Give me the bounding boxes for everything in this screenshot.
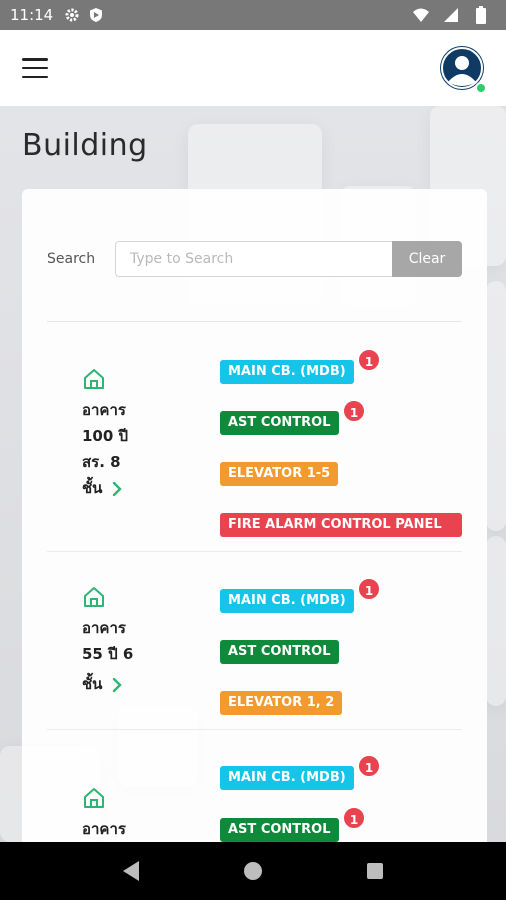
- building-name-line: ชั้น: [82, 475, 172, 501]
- notification-badge: 1: [357, 577, 381, 601]
- system-tag[interactable]: FIRE ALARM CONTROL PANEL: [220, 513, 462, 537]
- building-name-line: ชั้น: [82, 671, 172, 697]
- system-tag[interactable]: MAIN CB. (MDB): [220, 360, 354, 384]
- page-title: Building: [22, 128, 148, 163]
- system-tag[interactable]: AST CONTROL: [220, 640, 339, 664]
- online-status-dot: [475, 82, 487, 94]
- system-tag[interactable]: ELEVATOR 1-5: [220, 462, 339, 486]
- gear-icon: [63, 6, 81, 24]
- building-name-line: อาคาร: [82, 401, 126, 419]
- home-icon: [84, 587, 104, 607]
- building-row: อาคาร 55 ปี 6 ชั้น MAIN CB. (MDB) 1 AST …: [47, 577, 487, 731]
- building-name-line: อาคาร: [82, 820, 126, 838]
- notification-badge: 1: [342, 806, 366, 830]
- search-label: Search: [47, 251, 96, 267]
- system-tag[interactable]: ELEVATOR 1, 2: [220, 691, 343, 715]
- battery-icon: [472, 6, 490, 24]
- notification-badge: 1: [357, 754, 381, 778]
- system-tag[interactable]: MAIN CB. (MDB): [220, 589, 354, 613]
- building-card: Search Clear อาคาร 100 ปี สร. 8 ชั้น MAI…: [22, 189, 487, 849]
- chevron-right-icon[interactable]: [110, 677, 124, 692]
- shield-icon: [87, 6, 105, 24]
- wifi-icon: [412, 6, 430, 24]
- back-icon[interactable]: [119, 859, 143, 883]
- search-row: Search Clear: [47, 241, 462, 277]
- notification-badge: 1: [342, 399, 366, 423]
- home-nav-icon[interactable]: [241, 859, 265, 883]
- clear-button[interactable]: Clear: [392, 241, 462, 277]
- building-name-line: สร. 8: [82, 453, 121, 471]
- chevron-right-icon[interactable]: [110, 481, 124, 496]
- home-icon: [84, 369, 104, 389]
- status-time: 11:14: [10, 6, 54, 24]
- row-divider: [47, 729, 462, 730]
- system-nav-bar: [0, 842, 506, 900]
- app-bar: [0, 30, 506, 106]
- building-name-line: 55 ปี 6: [82, 645, 134, 663]
- system-tag[interactable]: MAIN CB. (MDB): [220, 766, 354, 790]
- notification-badge: 1: [357, 348, 381, 372]
- row-divider: [47, 551, 462, 552]
- recents-icon[interactable]: [363, 859, 387, 883]
- divider: [47, 321, 462, 322]
- building-row: อาคาร 100 ปี สร. 8 ชั้น MAIN CB. (MDB) 1…: [47, 348, 487, 552]
- signal-icon: [442, 6, 460, 24]
- system-tag[interactable]: AST CONTROL: [220, 818, 339, 842]
- status-bar: 11:14: [0, 0, 506, 30]
- system-tag[interactable]: AST CONTROL: [220, 411, 339, 435]
- building-info: อาคาร: [82, 786, 172, 842]
- search-input[interactable]: [115, 241, 392, 277]
- building-name-line: 100 ปี: [82, 427, 129, 445]
- home-icon: [84, 788, 104, 808]
- building-name-line: อาคาร: [82, 619, 126, 637]
- building-info: อาคาร 55 ปี 6 ชั้น: [82, 585, 172, 697]
- building-row: อาคาร MAIN CB. (MDB) 1 AST CONTROL 1: [47, 754, 487, 849]
- building-info: อาคาร 100 ปี สร. 8 ชั้น: [82, 367, 172, 501]
- menu-icon[interactable]: [22, 58, 48, 78]
